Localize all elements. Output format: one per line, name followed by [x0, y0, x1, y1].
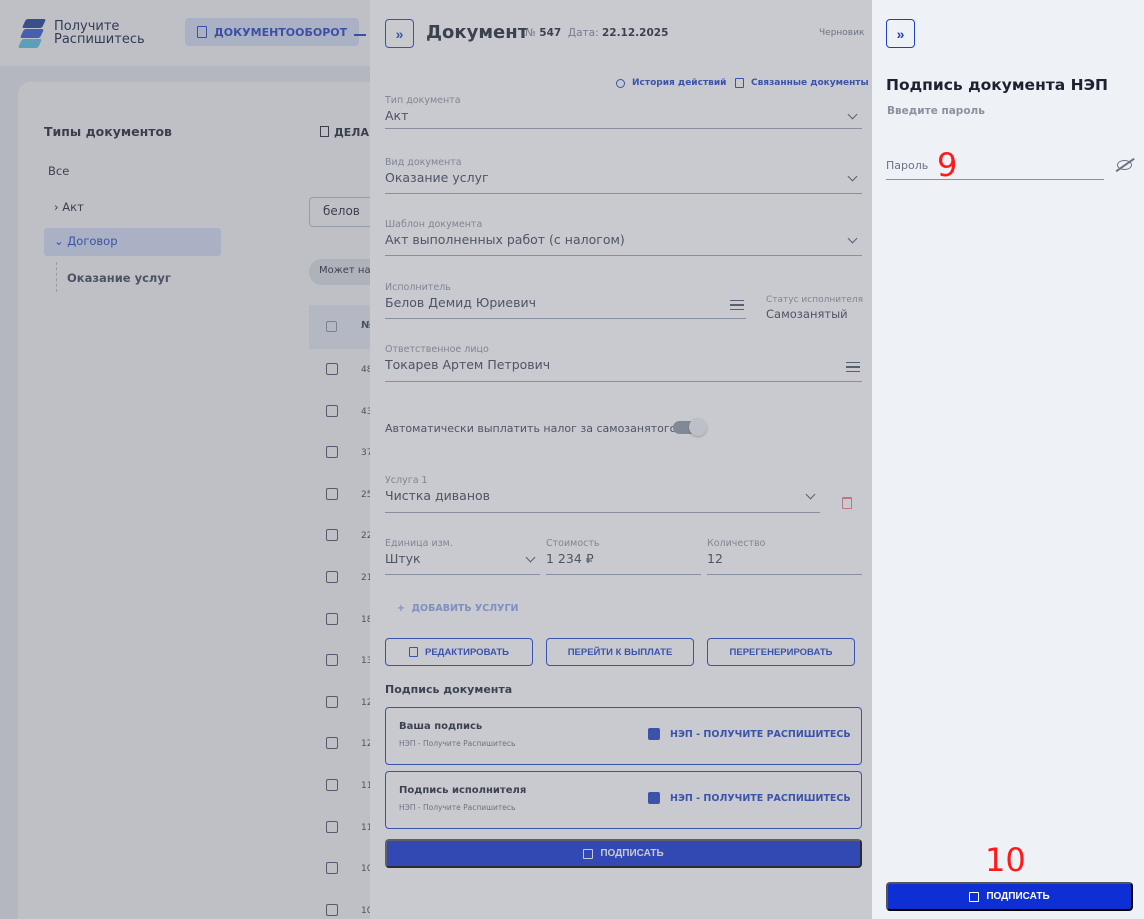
sign-icon [969, 891, 980, 902]
eye-off-icon[interactable] [1117, 160, 1132, 170]
sign-panel [872, 0, 1144, 919]
document-overlay-dim [370, 0, 872, 919]
collapse-panel-icon: » [896, 25, 905, 42]
sign-panel-collapse-button[interactable]: » [886, 19, 915, 48]
password-field: Пароль [886, 152, 1104, 180]
annotation-mark-9: 9 [937, 146, 958, 184]
nep-sign-button[interactable]: ПОДПИСАТЬ [886, 882, 1133, 911]
password-label: Пароль [886, 159, 929, 172]
password-input[interactable] [934, 152, 1104, 178]
sign-panel-subtitle: Введите пароль [887, 105, 985, 117]
annotation-mark-10: 10 [985, 841, 1026, 879]
sign-panel-title: Подпись документа НЭП [886, 76, 1108, 94]
